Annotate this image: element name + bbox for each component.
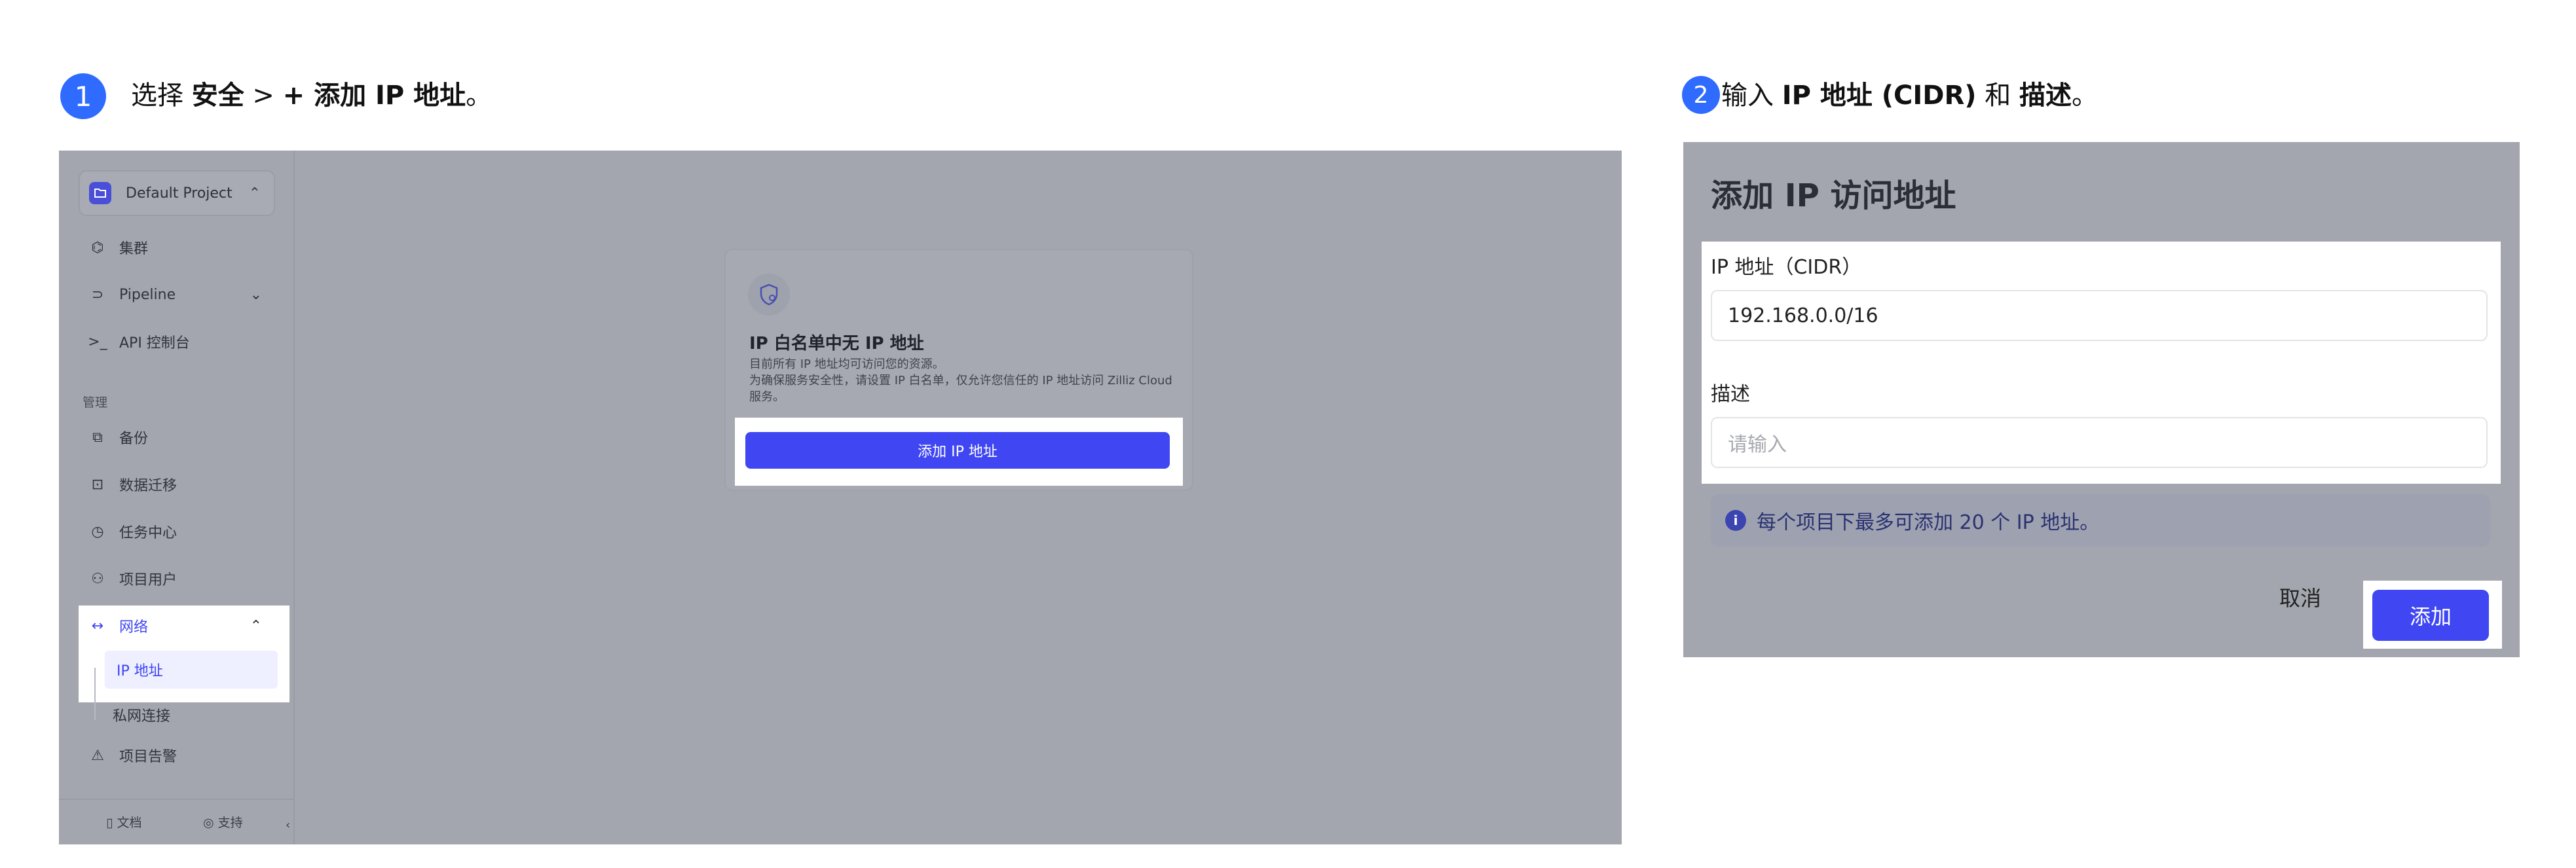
sidebar-item-label: 任务中心 (119, 525, 177, 541)
description-input[interactable]: 请输入 (1711, 417, 2488, 468)
ip-cidr-input[interactable]: 192.168.0.0/16 (1711, 290, 2488, 341)
docs-label: 文档 (117, 816, 142, 830)
add-button[interactable]: 添加 (2372, 590, 2489, 641)
step-2-badge: 2 (1682, 76, 1720, 114)
migration-icon: ⊡ (91, 476, 104, 493)
step-1-bold-security: 安全 (191, 81, 244, 111)
step-1-badge: 1 (60, 73, 106, 119)
info-icon: i (1725, 510, 1746, 531)
sidebar-item-label: 私网连接 (113, 708, 171, 725)
project-name: Default Project (126, 185, 233, 202)
sidebar-item-label: IP 地址 (117, 663, 163, 679)
support-label: 支持 (217, 816, 243, 830)
sidebar-item-pipeline[interactable]: ⊃ Pipeline ⌄ (79, 276, 275, 313)
empty-state-desc-line2: 为确保服务安全性，请设置 IP 白名单，仅允许您信任的 IP 地址访问 Zill… (749, 374, 1172, 404)
sidebar-item-label: 网络 (119, 619, 149, 636)
section-manage-label: 管理 (83, 395, 108, 410)
sidebar-item-label: 备份 (119, 431, 149, 447)
collapse-sidebar-icon[interactable]: ‹ (286, 818, 290, 832)
users-icon: ⚇ (91, 570, 104, 587)
step-2-bold-ip: IP 地址 (CIDR) (1782, 81, 1977, 111)
step-1-bold-add: + 添加 IP 地址 (282, 81, 466, 111)
step-2-mid: 和 (1976, 81, 2020, 111)
backup-icon: ⧉ (92, 429, 103, 446)
shield-icon (748, 274, 790, 316)
sidebar-item-label: Pipeline (119, 286, 176, 303)
cancel-button[interactable]: 取消 (2279, 582, 2321, 612)
sidebar-item-cluster[interactable]: ⌬ 集群 (79, 229, 275, 266)
description-label: 描述 (1711, 383, 1750, 406)
cluster-icon: ⌬ (91, 239, 104, 256)
info-notice: i 每个项目下最多可添加 20 个 IP 地址。 (1711, 494, 2490, 547)
sidebar-item-migration[interactable]: ⊡ 数据迁移 (79, 466, 275, 503)
empty-state-description: 目前所有 IP 地址均可访问您的资源。 为确保服务安全性，请设置 IP 白名单，… (749, 356, 1175, 405)
alarm-icon: ⚠ (91, 747, 104, 764)
add-button-highlight: 添加 (2363, 581, 2502, 649)
add-ip-dialog: 添加 IP 访问地址 IP 地址（CIDR） 192.168.0.0/16 描述… (1683, 142, 2520, 657)
support-link[interactable]: ◎ 支持 (203, 813, 243, 831)
folder-icon (89, 182, 111, 204)
network-icon: ↔ (91, 617, 104, 634)
step-2-instruction: 输入 IP 地址 (CIDR) 和 描述。 (1721, 76, 2098, 115)
terminal-icon: >_ (88, 333, 107, 350)
sidebar-item-api-console[interactable]: >_ API 控制台 (79, 323, 275, 360)
chevron-up-icon: ⌃ (250, 617, 262, 634)
step-2-suffix: 。 (2072, 81, 2099, 111)
sidebar-subitem-ip-address[interactable]: IP 地址 (105, 651, 278, 689)
console-screenshot: Default Project ⌃ ⌬ 集群 ⊃ Pipeline ⌄ >_ A… (59, 151, 1622, 844)
sidebar-item-tasks[interactable]: ◷ 任务中心 (79, 513, 275, 550)
add-ip-button[interactable]: 添加 IP 地址 (745, 432, 1170, 469)
sidebar: Default Project ⌃ ⌬ 集群 ⊃ Pipeline ⌄ >_ A… (59, 151, 295, 844)
doc-icon: ▯ (106, 816, 113, 830)
ip-cidr-label: IP 地址（CIDR） (1711, 256, 1862, 279)
sidebar-item-label: 集群 (119, 241, 149, 257)
step-1-sep: > (244, 81, 283, 111)
step-1-suffix: 。 (466, 81, 493, 111)
sidebar-subitem-private-link[interactable]: 私网连接 (79, 696, 275, 733)
empty-state-title: IP 白名单中无 IP 地址 (749, 334, 924, 353)
sidebar-item-network[interactable]: ↔ 网络 ⌃ (79, 607, 275, 644)
empty-state-desc-line1: 目前所有 IP 地址均可访问您的资源。 (749, 357, 944, 371)
step-2-prefix: 输入 (1721, 81, 1782, 111)
task-icon: ◷ (91, 523, 104, 540)
support-icon: ◎ (203, 816, 214, 830)
info-text: 每个项目下最多可添加 20 个 IP 地址。 (1757, 511, 2100, 534)
chevron-down-icon: ⌄ (250, 286, 262, 303)
sidebar-item-label: 项目用户 (119, 572, 177, 588)
step-1-instruction: 选择 安全 > + 添加 IP 地址。 (131, 76, 492, 115)
step-2-bold-desc: 描述 (2019, 81, 2072, 111)
sidebar-item-label: API 控制台 (119, 335, 190, 352)
add-ip-highlight: 添加 IP 地址 (735, 418, 1183, 486)
updown-chevron-icon: ⌃ (248, 185, 261, 202)
docs-link[interactable]: ▯ 文档 (106, 813, 142, 831)
sidebar-footer-divider (59, 799, 295, 800)
sidebar-item-label: 数据迁移 (119, 478, 177, 494)
project-selector[interactable]: Default Project ⌃ (79, 170, 275, 216)
sidebar-item-backup[interactable]: ⧉ 备份 (79, 419, 275, 456)
sidebar-item-alerts[interactable]: ⚠ 项目告警 (79, 737, 275, 774)
form-highlight: IP 地址（CIDR） 192.168.0.0/16 描述 请输入 (1702, 242, 2501, 484)
step-1-prefix: 选择 (131, 81, 192, 111)
pipeline-icon: ⊃ (91, 286, 104, 303)
sidebar-item-label: 项目告警 (119, 749, 177, 765)
dialog-title: 添加 IP 访问地址 (1711, 177, 1956, 214)
sidebar-item-users[interactable]: ⚇ 项目用户 (79, 560, 275, 597)
